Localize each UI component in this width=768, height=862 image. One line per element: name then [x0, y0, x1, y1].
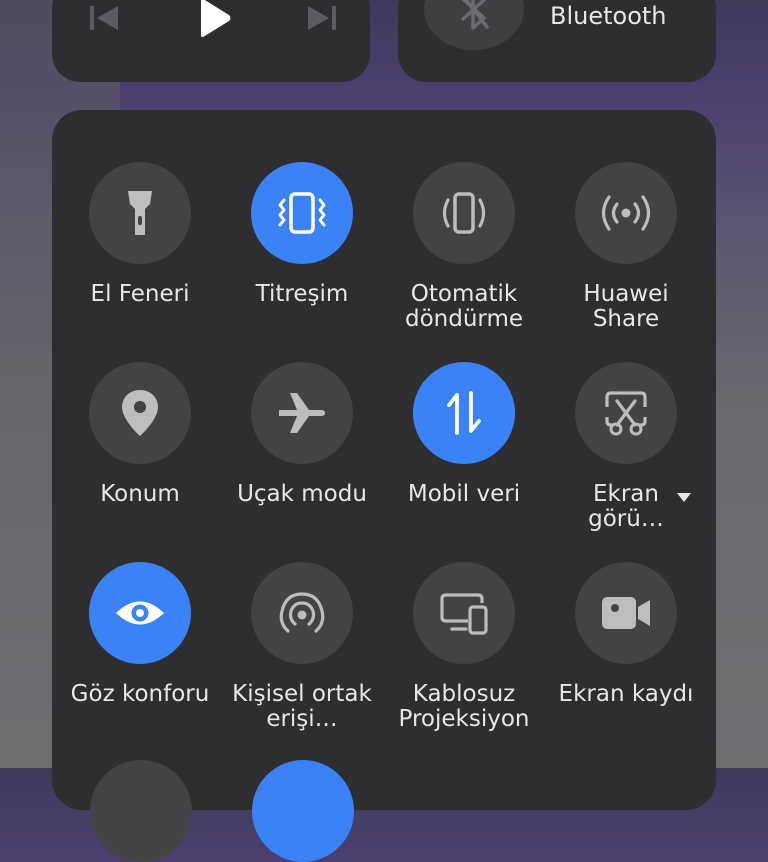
tile-huawei-share[interactable]: Huawei Share — [546, 162, 706, 332]
tile-screenshot[interactable]: Ekran görü… — [546, 362, 706, 532]
tile-label: Kişisel ortak erişi… — [232, 681, 372, 732]
skip-previous-icon[interactable] — [82, 0, 128, 40]
hotspot-icon — [279, 592, 325, 633]
chevron-down-icon[interactable] — [677, 493, 691, 502]
screenshot-toggle[interactable] — [575, 362, 677, 464]
tile-label: Uçak modu — [237, 481, 367, 507]
tile-label: Titreşim — [255, 281, 349, 307]
bluetooth-card[interactable]: Bluetooth — [398, 0, 716, 82]
screenshot-icon — [605, 391, 647, 436]
tile-eye-comfort[interactable]: Göz konforu — [60, 562, 220, 707]
mobile-data-toggle[interactable] — [413, 362, 515, 464]
flashlight-icon — [128, 191, 152, 235]
screen-record-icon — [602, 597, 650, 629]
bluetooth-toggle[interactable] — [424, 0, 524, 50]
wireless-projection-icon — [440, 593, 488, 635]
tile-flashlight[interactable]: El Feneri — [60, 162, 220, 307]
tile-label: Ekran kaydı — [558, 681, 694, 707]
tile-screen-record[interactable]: Ekran kaydı — [546, 562, 706, 707]
airplane-icon — [279, 393, 325, 433]
location-pin-icon — [122, 390, 158, 436]
vibration-toggle[interactable] — [251, 162, 353, 264]
tile-projection[interactable]: Kablosuz Projeksiyon — [384, 562, 544, 732]
eye-icon — [116, 601, 164, 625]
autorotate-toggle[interactable] — [413, 162, 515, 264]
tile-vibration[interactable]: Titreşim — [222, 162, 382, 307]
tile-hotspot[interactable]: Kişisel ortak erişi… — [222, 562, 382, 732]
quick-settings-panel: El Feneri Titreşim Otomatik döndürme Hua… — [52, 110, 716, 862]
play-icon[interactable] — [190, 0, 236, 40]
eye-comfort-toggle[interactable] — [89, 562, 191, 664]
media-controls-card — [52, 0, 370, 82]
tile-label: Mobil veri — [407, 481, 521, 507]
tile-airplane[interactable]: Uçak modu — [222, 362, 382, 507]
tile-location[interactable]: Konum — [60, 362, 220, 507]
bluetooth-icon — [461, 0, 489, 30]
tile-label: Huawei Share — [583, 281, 669, 332]
flashlight-toggle[interactable] — [89, 162, 191, 264]
mobile-data-icon — [447, 391, 481, 435]
tile-label: Ekran görü… — [588, 481, 664, 532]
tile-label: Göz konforu — [70, 681, 210, 707]
tile-label: Kablosuz Projeksiyon — [398, 681, 530, 732]
tile-mobile-data[interactable]: Mobil veri — [384, 362, 544, 507]
vibrate-icon — [278, 192, 326, 234]
tile-next-row-2[interactable] — [252, 760, 354, 862]
tile-label: Otomatik döndürme — [404, 281, 524, 332]
tile-label: El Feneri — [90, 281, 190, 307]
huawei-share-icon — [601, 195, 651, 231]
skip-next-icon[interactable] — [298, 0, 344, 40]
tile-next-row-1[interactable] — [90, 760, 192, 862]
projection-toggle[interactable] — [413, 562, 515, 664]
huawei-share-toggle[interactable] — [575, 162, 677, 264]
tile-label: Konum — [100, 481, 180, 507]
airplane-toggle[interactable] — [251, 362, 353, 464]
location-toggle[interactable] — [89, 362, 191, 464]
auto-rotate-icon — [442, 192, 486, 234]
screen-record-toggle[interactable] — [575, 562, 677, 664]
tile-autorotate[interactable]: Otomatik döndürme — [384, 162, 544, 332]
bluetooth-label: Bluetooth — [550, 2, 667, 30]
hotspot-toggle[interactable] — [251, 562, 353, 664]
